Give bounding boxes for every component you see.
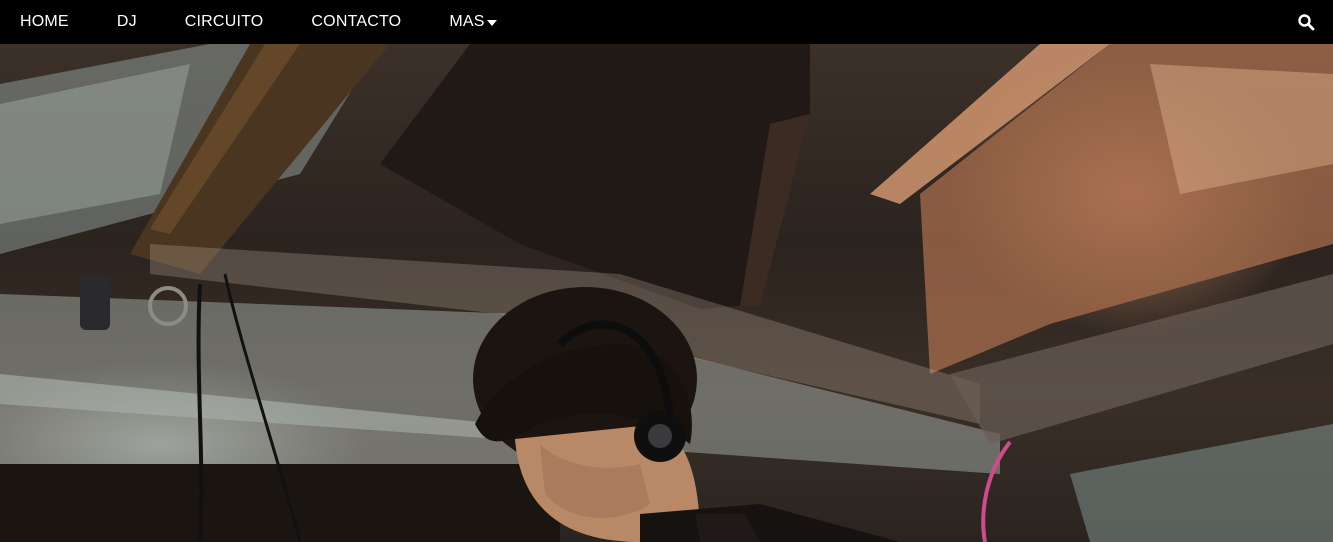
nav-item-label: MAS [449, 13, 485, 30]
nav-item-label: HOME [20, 13, 69, 30]
hero-image-dj-with-headphones [0, 44, 1333, 542]
search-icon [1298, 14, 1315, 31]
search-button[interactable] [1297, 13, 1315, 31]
nav-item-contacto[interactable]: CONTACTO [311, 13, 401, 31]
nav-item-home[interactable]: HOME [20, 13, 69, 31]
nav-item-label: DJ [116, 13, 137, 30]
nav-item-label: CONTACTO [311, 13, 402, 30]
caret-down-icon [486, 19, 497, 26]
main-nav: HOME DJ CIRCUITO CONTACTO MAS [20, 0, 545, 44]
hero-photo-illustration [0, 44, 1333, 542]
top-navigation-bar: HOME DJ CIRCUITO CONTACTO MAS [0, 0, 1333, 44]
nav-item-mas-dropdown[interactable]: MAS [449, 13, 497, 31]
nav-item-label: CIRCUITO [184, 13, 264, 30]
nav-item-dj[interactable]: DJ [117, 13, 137, 31]
nav-item-circuito[interactable]: CIRCUITO [185, 13, 264, 31]
